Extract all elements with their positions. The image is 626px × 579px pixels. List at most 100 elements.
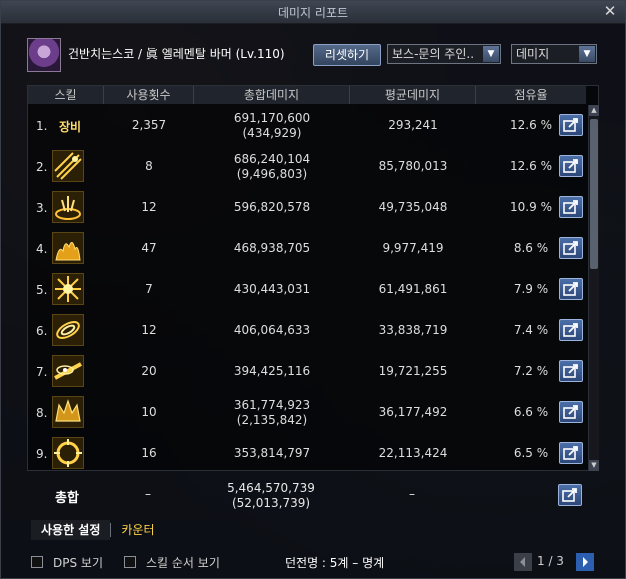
uses-value: 7	[145, 282, 153, 296]
share-button[interactable]	[559, 401, 583, 423]
table-row: 3. 12 596,820,578 49,735,048 10.9 %	[28, 187, 586, 228]
boss-select-value: 보스-문의 주인..	[392, 47, 475, 61]
scroll-up-icon[interactable]: ▲	[589, 105, 599, 116]
title-bar[interactable]: 데미지 리포트 ✕	[1, 1, 625, 24]
header-avg[interactable]: 평균데미지	[350, 86, 476, 104]
row-index: 4.	[36, 242, 48, 256]
share-button[interactable]	[558, 484, 582, 506]
row-index: 8.	[36, 406, 48, 420]
total-sub: (434,929)	[242, 126, 302, 140]
chevron-left-icon	[520, 557, 525, 567]
row-index: 3.	[36, 201, 48, 215]
reset-button[interactable]: 리셋하기	[313, 44, 381, 66]
share-button[interactable]	[559, 196, 583, 218]
uses-value: 12	[141, 323, 157, 337]
summary-total: 5,464,570,739 (52,013,739)	[193, 481, 349, 511]
header-total[interactable]: 총합데미지	[194, 86, 350, 104]
prev-page-button[interactable]	[514, 553, 532, 571]
boss-select[interactable]: 보스-문의 주인.. ▼	[387, 44, 501, 64]
avg-value: 19,721,255	[378, 364, 448, 378]
avg-value: 85,780,013	[378, 159, 448, 173]
character-avatar	[27, 38, 61, 72]
scroll-down-icon[interactable]: ▼	[589, 460, 599, 471]
ring-icon	[52, 437, 84, 469]
table-row: 5. 7 430,443,031 61,491,861 7.9 %	[28, 269, 586, 310]
share-button[interactable]	[559, 319, 583, 341]
summary-total-sub: (52,013,739)	[231, 496, 311, 510]
table-header: 스킬 사용횟수 총합데미지 평균데미지 점유율	[28, 86, 586, 104]
header-skill[interactable]: 스킬	[28, 86, 104, 104]
share-button[interactable]	[559, 155, 583, 177]
avg-value: 61,491,861	[378, 282, 448, 296]
row-index: 9.	[36, 447, 48, 461]
share-button[interactable]	[559, 442, 583, 464]
share-icon	[563, 364, 578, 378]
mode-select[interactable]: 데미지 ▼	[511, 44, 597, 64]
row-index: 1.	[36, 119, 48, 133]
share-icon	[563, 200, 578, 214]
tab-counter[interactable]: 카운터	[111, 520, 164, 540]
total-value: 691,170,600 (434,929)	[194, 111, 350, 141]
avg-value: 22,113,424	[378, 446, 448, 460]
total-value: 686,240,104 (9,496,803)	[194, 152, 350, 182]
share-button[interactable]	[559, 278, 583, 300]
table-scrollbar[interactable]: ▲ ▼	[588, 105, 599, 471]
uses-value: 12	[141, 200, 157, 214]
avg-value: 36,177,492	[378, 405, 448, 419]
row-index: 5.	[36, 283, 48, 297]
total-main: 353,814,797	[233, 446, 311, 460]
summary-total-main: 5,464,570,739	[227, 481, 315, 495]
eye-beam-icon	[52, 355, 84, 387]
total-main: 596,820,578	[233, 200, 311, 214]
dungeon-info: 던전명 : 5계 – 명계	[285, 556, 385, 570]
summary-avg: –	[409, 487, 415, 501]
share-icon	[563, 282, 578, 296]
share-icon	[563, 323, 578, 337]
header-uses[interactable]: 사용횟수	[104, 86, 194, 104]
total-value: 596,820,578	[194, 200, 350, 215]
share-icon	[562, 488, 577, 502]
share-button[interactable]	[559, 360, 583, 382]
skill-order-label: 스킬 순서 보기	[146, 556, 220, 570]
chevron-down-icon[interactable]: ▼	[579, 46, 595, 62]
lightning-streak-icon	[52, 150, 84, 182]
row-index: 2.	[36, 160, 48, 174]
summary-label: 총합	[55, 491, 79, 506]
mode-select-value: 데미지	[516, 47, 550, 61]
table-row: 2. 8 686,240,104 (9,496,803) 85,780,013 …	[28, 146, 586, 187]
skill-order-checkbox[interactable]	[124, 556, 136, 568]
dps-checkbox[interactable]	[31, 556, 43, 568]
damage-report-window: 데미지 리포트 ✕ 건반치는스코 / 眞 엘레멘탈 바머 (Lv.110) 리셋…	[0, 0, 626, 579]
table-rows: 1. 장비 2,357 691,170,600 (434,929) 293,24…	[28, 105, 586, 474]
total-value: 406,064,633	[194, 323, 350, 338]
avg-value: 49,735,048	[378, 200, 448, 214]
share-button[interactable]	[559, 114, 583, 136]
page-indicator: 1 / 3	[537, 554, 564, 568]
close-icon[interactable]: ✕	[602, 3, 618, 19]
share-icon	[563, 446, 578, 460]
total-sub: (9,496,803)	[236, 167, 308, 181]
table-row: 8. 10 361,774,923 (2,135,842) 36,177,492…	[28, 392, 586, 433]
share-button[interactable]	[559, 237, 583, 259]
header-share[interactable]: 점유율	[476, 86, 586, 104]
uses-value: 16	[141, 446, 157, 460]
bottom-tabs: 사용한 설정 카운터	[31, 519, 165, 541]
crown-icon	[52, 396, 84, 428]
flame-icon	[52, 232, 84, 264]
scroll-thumb[interactable]	[590, 119, 598, 269]
total-value: 361,774,923 (2,135,842)	[194, 398, 350, 428]
uses-value: 8	[145, 159, 153, 173]
total-sub: (2,135,842)	[236, 413, 308, 427]
total-main: 394,425,116	[233, 364, 311, 378]
tab-used-setting[interactable]: 사용한 설정	[31, 520, 111, 540]
uses-value: 20	[141, 364, 157, 378]
uses-value: 47	[141, 241, 157, 255]
share-icon	[563, 159, 578, 173]
avg-value: 33,838,719	[378, 323, 448, 337]
next-page-button[interactable]	[576, 553, 594, 571]
summary-row: 총합 – 5,464,570,739 (52,013,739) –	[27, 477, 599, 517]
table-row: 9. 16 353,814,797 22,113,424 6.5 %	[28, 433, 586, 474]
avg-value: 9,977,419	[382, 241, 444, 255]
row-index: 6.	[36, 324, 48, 338]
chevron-down-icon[interactable]: ▼	[483, 46, 499, 62]
